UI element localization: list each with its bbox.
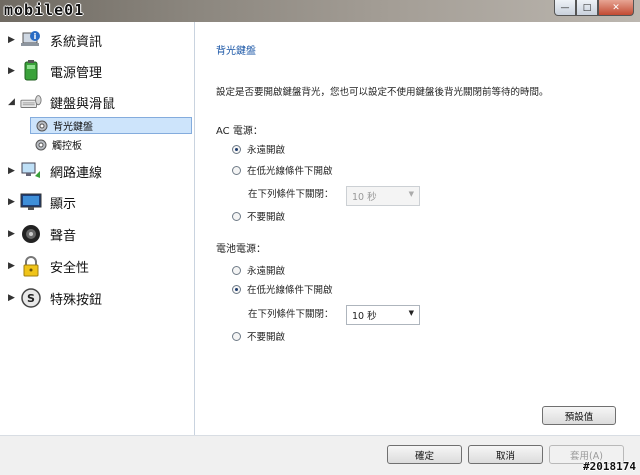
expand-arrow-icon[interactable]: ▶ <box>0 66 15 76</box>
restore-defaults-button[interactable]: 預設值 <box>542 406 616 425</box>
sidebar-item-label: 系統資訊 <box>50 34 103 50</box>
expand-arrow-icon[interactable]: ▶ <box>0 35 15 45</box>
close-button[interactable]: ✕ <box>598 0 634 16</box>
dropdown-arrow-icon: ▼ <box>408 190 414 198</box>
keyboard-mouse-icon <box>20 91 42 113</box>
ac-power-group-title: AC 電源： <box>216 126 263 137</box>
ac-low-light-radio[interactable]: 在低光線條件下開啟 <box>232 163 333 177</box>
radio-selected-icon <box>232 284 241 294</box>
radio-label: 在低光線條件下開啟 <box>247 166 333 177</box>
sidebar-item-display[interactable]: ▶ 顯示 <box>0 187 195 217</box>
laptop-info-icon: i <box>20 29 42 51</box>
sidebar-subitem-label: 背光鍵盤 <box>53 122 93 133</box>
speaker-icon <box>20 223 42 245</box>
ac-delay-select: 10 秒 ▼ <box>346 186 420 206</box>
cancel-button[interactable]: 取消 <box>468 445 543 464</box>
battery-power-group-title: 電池電源： <box>216 244 266 255</box>
minimize-button[interactable]: — <box>554 0 576 16</box>
sidebar-item-network[interactable]: ▶ 網路連線 <box>0 156 195 186</box>
radio-unselected-icon <box>232 165 241 175</box>
sidebar-item-special-buttons[interactable]: ▶ S 特殊按鈕 <box>0 283 195 313</box>
battery-icon <box>20 60 42 82</box>
network-icon <box>20 160 42 182</box>
ac-never-radio[interactable]: 不要開啟 <box>232 209 285 223</box>
sidebar-subitem-backlit-keyboard[interactable]: 背光鍵盤 <box>30 117 192 134</box>
radio-unselected-icon <box>232 331 241 341</box>
sidebar-item-label: 網路連線 <box>50 165 103 181</box>
expand-arrow-icon[interactable]: ▶ <box>0 261 15 271</box>
expand-arrow-icon[interactable]: ▶ <box>0 293 15 303</box>
sidebar-item-label: 安全性 <box>50 260 90 276</box>
sidebar: ▶ i 系統資訊 ▶ 電源管理 ◢ 鍵盤與滑鼠 背光鍵盤 觸控板 ▶ 網路連線 … <box>0 22 195 435</box>
window-controls: — □ ✕ <box>554 0 634 16</box>
sidebar-item-label: 電源管理 <box>50 65 103 81</box>
sidebar-item-label: 特殊按鈕 <box>50 292 103 308</box>
sidebar-item-label: 鍵盤與滑鼠 <box>50 96 116 112</box>
expand-arrow-icon[interactable]: ▶ <box>0 229 15 239</box>
dropdown-arrow-icon: ▼ <box>408 309 414 317</box>
radio-label: 不要開啟 <box>247 332 286 343</box>
radio-label: 永遠開啟 <box>247 145 286 156</box>
ac-delay-label: 在下列條件下關閉： <box>248 189 334 200</box>
special-button-icon: S <box>20 287 42 309</box>
gear-icon <box>36 120 48 131</box>
radio-label: 在低光線條件下開啟 <box>247 285 333 296</box>
sidebar-item-system-info[interactable]: ▶ i 系統資訊 <box>0 25 195 55</box>
monitor-icon <box>20 191 42 213</box>
sidebar-item-power[interactable]: ▶ 電源管理 <box>0 56 195 86</box>
collapse-arrow-icon[interactable]: ◢ <box>0 97 15 107</box>
sidebar-subitem-touchpad[interactable]: 觸控板 <box>30 136 192 153</box>
title-bar: mobile01 — □ ✕ <box>0 0 640 22</box>
maximize-button[interactable]: □ <box>576 0 598 16</box>
radio-unselected-icon <box>232 265 241 275</box>
gear-icon <box>35 139 47 150</box>
battery-delay-label: 在下列條件下關閉： <box>248 309 334 320</box>
sidebar-subitem-label: 觸控板 <box>52 141 82 152</box>
battery-never-radio[interactable]: 不要開啟 <box>232 329 285 343</box>
watermark-stamp: #2018174 <box>583 460 636 473</box>
expand-arrow-icon[interactable]: ▶ <box>0 197 15 207</box>
watermark-logo: mobile01 <box>4 1 85 19</box>
sidebar-item-security[interactable]: ▶ 安全性 <box>0 251 195 281</box>
battery-delay-select[interactable]: 10 秒 ▼ <box>346 305 420 325</box>
sidebar-item-label: 聲音 <box>50 228 77 244</box>
expand-arrow-icon[interactable]: ▶ <box>0 166 15 176</box>
svg-text:S: S <box>27 292 35 305</box>
sidebar-item-sound[interactable]: ▶ 聲音 <box>0 219 195 249</box>
battery-always-on-radio[interactable]: 永遠開啟 <box>232 263 285 277</box>
radio-selected-icon <box>232 144 241 154</box>
ac-always-on-radio[interactable]: 永遠開啟 <box>232 142 285 156</box>
radio-label: 永遠開啟 <box>247 266 286 277</box>
sidebar-item-keyboard-mouse[interactable]: ◢ 鍵盤與滑鼠 <box>0 87 195 117</box>
page-description: 設定是否要開啟鍵盤背光，您也可以設定不使用鍵盤後背光關閉前等待的時間。 <box>216 87 549 98</box>
radio-label: 不要開啟 <box>247 212 286 223</box>
select-value: 10 秒 <box>352 192 377 203</box>
radio-unselected-icon <box>232 211 241 221</box>
select-value: 10 秒 <box>352 311 377 322</box>
dialog-footer: 確定 取消 套用(A) #2018174 <box>0 435 640 475</box>
settings-panel: 背光鍵盤 設定是否要開啟鍵盤背光，您也可以設定不使用鍵盤後背光關閉前等待的時間。… <box>196 22 640 435</box>
page-title: 背光鍵盤 <box>216 46 256 57</box>
svg-text:i: i <box>34 32 37 41</box>
lock-icon <box>20 255 42 277</box>
ok-button[interactable]: 確定 <box>387 445 462 464</box>
sidebar-item-label: 顯示 <box>50 196 77 212</box>
battery-low-light-radio[interactable]: 在低光線條件下開啟 <box>232 282 333 296</box>
